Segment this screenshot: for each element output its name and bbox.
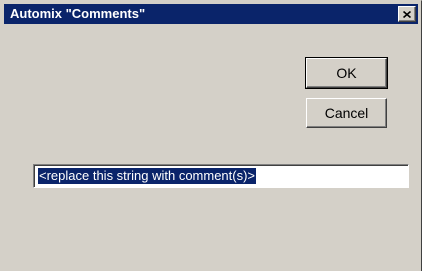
comments-dialog: Automix "Comments" OK Cancel <replace th… bbox=[0, 0, 422, 271]
window-title: Automix "Comments" bbox=[10, 6, 146, 21]
close-icon bbox=[403, 10, 411, 18]
comment-input-value: <replace this string with comment(s)> bbox=[38, 168, 257, 184]
comment-input[interactable]: <replace this string with comment(s)> bbox=[33, 164, 409, 188]
title-bar[interactable]: Automix "Comments" bbox=[4, 4, 418, 24]
close-button[interactable] bbox=[398, 6, 416, 22]
ok-button[interactable]: OK bbox=[305, 57, 388, 89]
cancel-button[interactable]: Cancel bbox=[306, 98, 387, 128]
